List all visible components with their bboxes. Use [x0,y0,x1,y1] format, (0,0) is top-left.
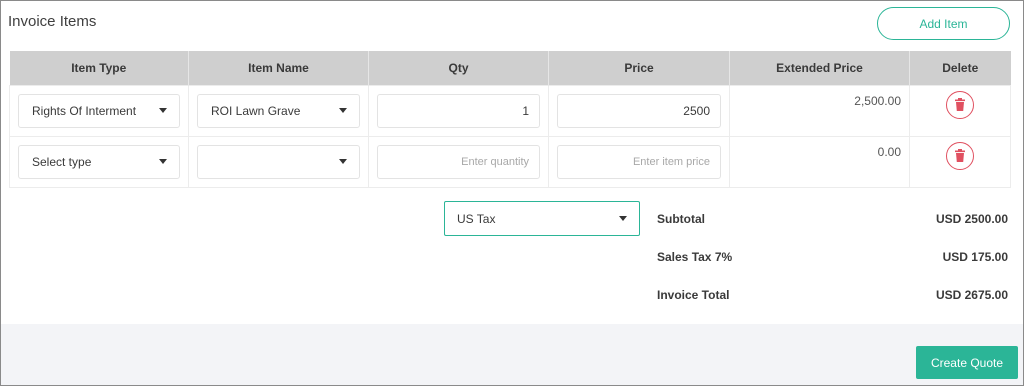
caret-down-icon [619,216,627,221]
qty-input[interactable]: 1 [377,93,540,128]
extended-price-cell: 0.00 [729,135,910,188]
table-row: Rights Of Interment ROI Lawn Grave 1 250… [9,84,1011,137]
trash-icon [955,98,965,111]
price-cell: Enter item price [548,135,730,188]
invoice-total-value: USD 2675.00 [935,288,1008,302]
sales-tax-label: Sales Tax 7% [657,250,733,264]
caret-down-icon [159,159,167,164]
table-header-row: Item Type Item Name Qty Price Extended P… [9,51,1011,85]
item-type-cell: Rights Of Interment [9,84,189,137]
trash-icon [955,149,965,162]
tax-select[interactable]: US Tax [444,201,640,236]
item-name-value: ROI Lawn Grave [211,103,301,118]
item-type-value: Select type [32,154,92,169]
delete-row-button[interactable] [946,90,974,119]
item-name-cell: ROI Lawn Grave [188,84,369,137]
extended-price-cell: 2,500.00 [729,84,910,137]
extended-price-value: 0.00 [877,144,901,159]
caret-down-icon [339,159,347,164]
price-cell: 2500 [548,84,730,137]
subtotal-label: Subtotal [657,212,705,226]
qty-cell: Enter quantity [368,135,549,188]
caret-down-icon [339,108,347,113]
section-title: Invoice Items [8,13,97,30]
item-name-cell [188,135,369,188]
price-input[interactable]: Enter item price [557,144,721,179]
subtotal-value: USD 2500.00 [935,212,1008,226]
invoice-items-panel: Invoice Items Add Item Item Type Item Na… [0,0,1024,386]
price-input[interactable]: 2500 [557,93,721,128]
qty-cell: 1 [368,84,549,137]
extended-price-value: 2,500.00 [854,93,901,108]
invoice-items-table: Item Type Item Name Qty Price Extended P… [9,51,1011,188]
item-name-select[interactable] [197,144,360,179]
delete-cell [909,135,1011,188]
sales-tax-value: USD 175.00 [942,250,1008,264]
column-header-item-type: Item Type [9,51,189,85]
caret-down-icon [159,108,167,113]
delete-row-button[interactable] [946,141,974,170]
qty-input[interactable]: Enter quantity [377,144,540,179]
item-type-select[interactable]: Rights Of Interment [18,93,180,128]
footer-bar [1,324,1023,385]
item-type-select[interactable]: Select type [18,144,180,179]
column-header-delete: Delete [909,51,1011,85]
column-header-price: Price [548,51,730,85]
item-type-cell: Select type [9,135,189,188]
item-name-select[interactable]: ROI Lawn Grave [197,93,360,128]
create-quote-button[interactable]: Create Quote [916,346,1018,379]
add-item-button[interactable]: Add Item [877,7,1010,40]
item-type-value: Rights Of Interment [32,103,137,118]
column-header-qty: Qty [368,51,549,85]
column-header-extended-price: Extended Price [729,51,910,85]
tax-select-value: US Tax [457,211,496,226]
invoice-total-label: Invoice Total [657,288,730,302]
delete-cell [909,84,1011,137]
table-row: Select type Enter quantity Enter item pr… [9,135,1011,188]
column-header-item-name: Item Name [188,51,369,85]
